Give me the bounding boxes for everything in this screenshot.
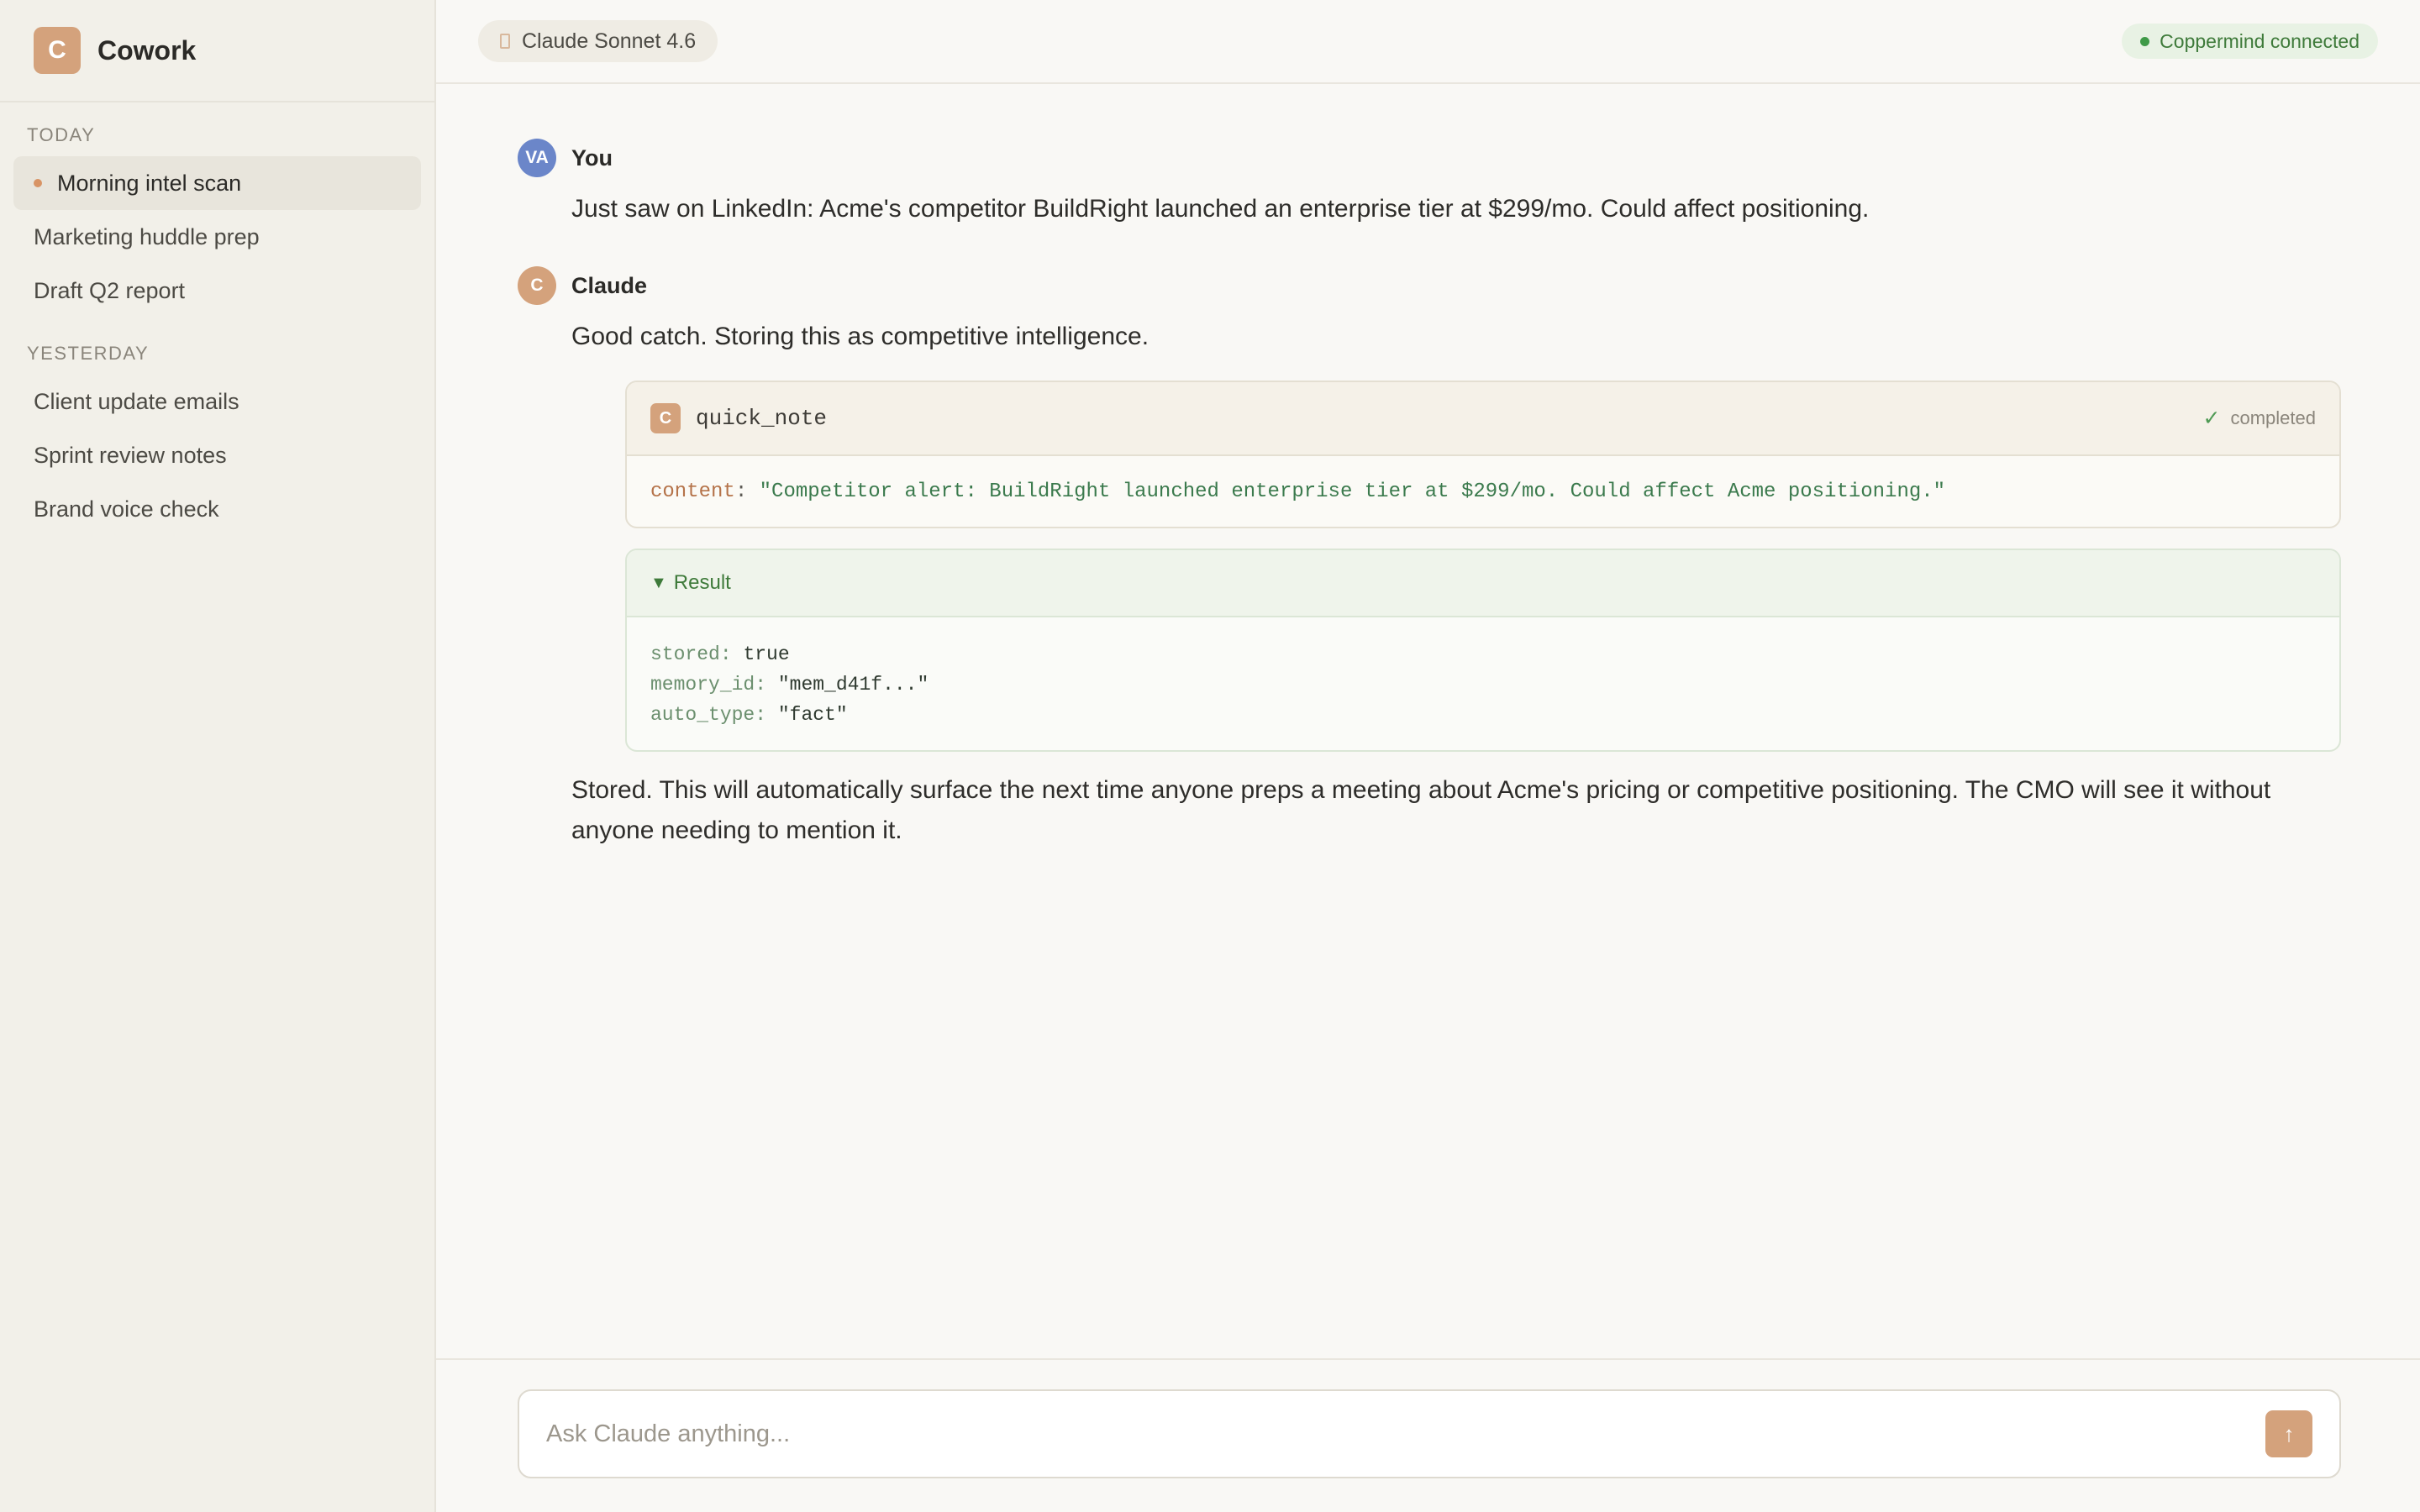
tool-arguments: content : "Competitor alert: BuildRight … — [627, 456, 2339, 527]
sidebar: C Cowork TODAY Morning intel scan Market… — [0, 0, 436, 1512]
composer-area: ↑ — [436, 1358, 2420, 1512]
message-text: Good catch. Storing this as competitive … — [571, 323, 1150, 350]
sidebar-item-marketing-huddle-prep[interactable]: Marketing huddle prep — [13, 210, 421, 264]
message-text: Just saw on LinkedIn: Acme's competitor … — [571, 195, 1870, 223]
model-label: Claude Sonnet 4.6 — [522, 29, 697, 53]
send-button[interactable]: ↑ — [2265, 1410, 2312, 1457]
user-message: VA You Just saw on LinkedIn: Acme's comp… — [518, 139, 2341, 229]
tool-status: ✓ completed — [2203, 406, 2316, 431]
section-label-yesterday: YESTERDAY — [27, 343, 150, 364]
tool-status-label: completed — [2230, 407, 2316, 428]
result-toggle[interactable]: ▼ Result — [627, 550, 2339, 617]
composer: ↑ — [518, 1389, 2341, 1478]
result-value: true — [743, 643, 790, 665]
brand-logo: C — [34, 27, 81, 74]
argument-value: "Competitor alert: BuildRight launched e… — [759, 480, 1946, 503]
active-dot-icon — [34, 179, 42, 187]
sidebar-item-label: Draft Q2 report — [34, 277, 186, 303]
message-input[interactable] — [546, 1420, 2265, 1448]
user-avatar: VA — [518, 139, 556, 177]
result-line: auto_type: "fact" — [650, 704, 848, 726]
assistant-message: C Claude Good catch. Storing this as com… — [518, 266, 2341, 851]
section-label-today: TODAY — [27, 124, 96, 145]
brand-name: Cowork — [97, 34, 197, 66]
sidebar-item-label: Client update emails — [34, 388, 239, 414]
sidebar-item-label: Morning intel scan — [57, 170, 242, 196]
result-line: memory_id: "mem_d41f..." — [650, 674, 929, 696]
sidebar-item-label: Sprint review notes — [34, 442, 227, 468]
tool-call-card: C quick_note ✓ completed content : "Comp… — [625, 381, 2341, 528]
result-line: stored: true — [650, 643, 790, 665]
sidebar-item-label: Marketing huddle prep — [34, 223, 260, 249]
sidebar-item-label: Brand voice check — [34, 496, 219, 522]
model-icon — [500, 34, 510, 49]
result-value: "mem_d41f..." — [777, 674, 929, 696]
sidebar-item-sprint-review-notes[interactable]: Sprint review notes — [13, 428, 421, 482]
brand-header: C Cowork — [0, 0, 434, 102]
message-author: Claude — [571, 272, 648, 298]
sidebar-item-morning-intel-scan[interactable]: Morning intel scan — [13, 156, 421, 210]
tool-call-header: C quick_note ✓ completed — [627, 382, 2339, 456]
result-key: memory_id — [650, 674, 755, 696]
argument-separator: : — [734, 480, 760, 503]
result-key: stored — [650, 643, 720, 665]
result-label: Result — [673, 571, 731, 594]
chat-transcript: VA You Just saw on LinkedIn: Acme's comp… — [518, 139, 2341, 851]
check-icon: ✓ — [2202, 407, 2221, 430]
sidebar-item-brand-voice-check[interactable]: Brand voice check — [13, 482, 421, 536]
tool-name: quick_note — [696, 406, 828, 431]
result-value: "fact" — [777, 704, 848, 726]
status-dot-icon — [2140, 36, 2150, 46]
message-header: VA You — [518, 139, 2341, 177]
message-author: You — [571, 144, 613, 171]
sidebar-item-draft-q2-report[interactable]: Draft Q2 report — [13, 264, 421, 318]
sidebar-item-client-update-emails[interactable]: Client update emails — [13, 375, 421, 428]
main-panel: Claude Sonnet 4.6 Coppermind connected V… — [436, 0, 2420, 1512]
connection-status-badge: Coppermind connected — [2122, 24, 2378, 59]
result-key: auto_type — [650, 704, 755, 726]
argument-key: content — [650, 480, 735, 503]
message-text: Stored. This will automatically surface … — [571, 776, 2271, 844]
caret-down-icon: ▼ — [650, 573, 667, 592]
connection-label: Coppermind connected — [2160, 29, 2360, 52]
arrow-up-icon: ↑ — [2283, 1420, 2295, 1446]
model-selector[interactable]: Claude Sonnet 4.6 — [478, 20, 718, 62]
result-body: stored: true memory_id: "mem_d41f..." au… — [627, 617, 2339, 750]
assistant-avatar: C — [518, 266, 556, 305]
message-header: C Claude — [518, 266, 2341, 305]
top-bar: Claude Sonnet 4.6 Coppermind connected — [436, 0, 2420, 84]
tool-result-card: ▼ Result stored: true memory_id: "mem_d4… — [625, 549, 2341, 752]
app-window: C Cowork TODAY Morning intel scan Market… — [0, 0, 2420, 1512]
tool-icon: C — [650, 403, 681, 433]
